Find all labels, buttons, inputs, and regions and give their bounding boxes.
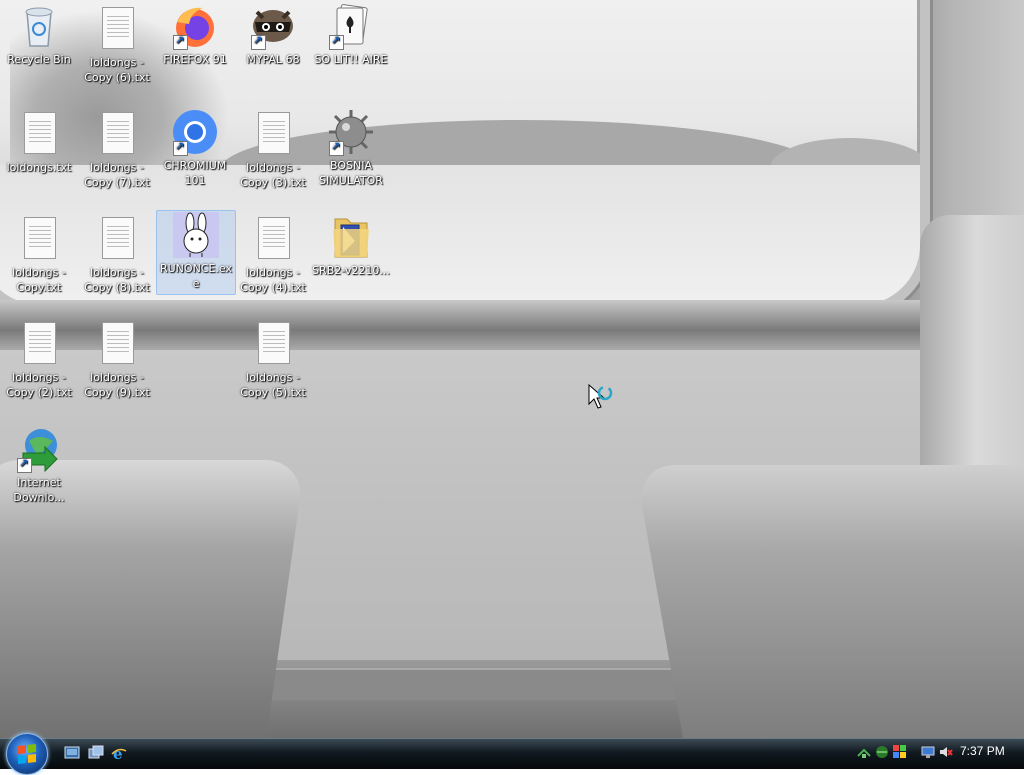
folder-icon <box>327 213 375 261</box>
icon-label: loldongs - Copy (5).txt <box>240 371 306 399</box>
taskbar-clock[interactable]: 7:37 PM <box>960 744 1005 758</box>
icon-label: SO LIT!! AIRE <box>314 53 388 66</box>
desktop-icon-runonce[interactable]: RUNONCE.exe <box>156 210 236 295</box>
text-file-icon <box>249 110 297 158</box>
icon-label: loldongs.txt <box>6 161 72 174</box>
icon-label: loldongs - Copy (8).txt <box>84 266 150 294</box>
text-file-icon <box>93 5 141 53</box>
windows-start-orb <box>18 744 36 764</box>
icon-label: RUNONCE.exe <box>159 262 233 290</box>
desktop-icon-solitaire[interactable]: SO LIT!! AIRE <box>312 2 390 67</box>
shortcut-arrow-icon <box>173 139 188 156</box>
desktop-icon-recycle-bin[interactable]: Recycle Bin <box>0 2 78 67</box>
shortcut-arrow-icon <box>251 33 266 50</box>
mine-icon <box>327 108 375 156</box>
solitaire-icon <box>327 2 375 50</box>
chromium-icon <box>171 108 219 156</box>
desktop-icon-bosnia-simulator[interactable]: BOSNIA SIMULATOR <box>312 108 390 188</box>
recycle-bin-icon <box>15 2 63 50</box>
display-icon[interactable] <box>921 745 935 759</box>
desktop-icon-mypal-68[interactable]: MYPAL 68 <box>234 2 312 67</box>
icon-label: MYPAL 68 <box>246 53 300 66</box>
icon-label: loldongs - Copy (2).txt <box>6 371 72 399</box>
mypal-icon <box>249 2 297 50</box>
busy-cursor-icon <box>588 383 614 415</box>
shortcut-arrow-icon <box>329 139 344 156</box>
desktop-icon-srb2-folder[interactable]: SRB2-v2210... <box>312 213 390 278</box>
show-desktop-icon[interactable] <box>64 745 80 761</box>
volume-muted-icon[interactable] <box>939 745 953 759</box>
internet-download-manager-icon <box>15 425 63 473</box>
desktop-icon-loldongs-copy[interactable]: loldongs - Copy.txt <box>0 215 78 295</box>
shortcut-arrow-icon <box>329 33 344 50</box>
desktop-icon-firefox-91[interactable]: FIREFOX 91 <box>156 2 234 67</box>
icon-label: Recycle Bin <box>7 53 71 66</box>
security-icon[interactable] <box>893 745 907 759</box>
bunny-icon <box>172 211 220 259</box>
internet-explorer-icon[interactable]: e <box>111 745 127 763</box>
network-icon[interactable] <box>875 745 889 759</box>
desktop-icon-chromium-101[interactable]: CHROMIUM 101 <box>156 108 234 188</box>
start-button[interactable] <box>6 733 48 775</box>
icon-label: loldongs - Copy (4).txt <box>240 266 306 294</box>
icon-label: BOSNIA SIMULATOR <box>319 159 383 187</box>
icon-label: Internet Downlo... <box>13 476 65 504</box>
text-file-icon <box>15 215 63 263</box>
switch-windows-icon[interactable] <box>88 745 104 761</box>
text-file-icon <box>93 320 141 368</box>
icon-label: loldongs - Copy (3).txt <box>240 161 306 189</box>
desktop-icon-loldongs-copy-5[interactable]: loldongs - Copy (5).txt <box>234 320 312 400</box>
desktop-icon-loldongs-copy-6[interactable]: loldongs - Copy (6).txt <box>78 5 156 85</box>
shortcut-arrow-icon <box>173 33 188 50</box>
icon-label: loldongs - Copy.txt <box>12 266 66 294</box>
desktop-icon-loldongs[interactable]: loldongs.txt <box>0 110 78 175</box>
desktop-icon-loldongs-copy-9[interactable]: loldongs - Copy (9).txt <box>78 320 156 400</box>
text-file-icon <box>93 110 141 158</box>
icon-label: loldongs - Copy (6).txt <box>84 56 150 84</box>
icon-label: FIREFOX 91 <box>163 53 227 66</box>
desktop-icon-loldongs-copy-4[interactable]: loldongs - Copy (4).txt <box>234 215 312 295</box>
icon-label: loldongs - Copy (9).txt <box>84 371 150 399</box>
desktop-icon-loldongs-copy-7[interactable]: loldongs - Copy (7).txt <box>78 110 156 190</box>
shortcut-arrow-icon <box>17 456 32 473</box>
firefox-icon <box>171 2 219 50</box>
text-file-icon <box>93 215 141 263</box>
network-icon[interactable] <box>857 745 871 759</box>
text-file-icon <box>15 320 63 368</box>
text-file-icon <box>249 320 297 368</box>
icon-label: loldongs - Copy (7).txt <box>84 161 150 189</box>
desktop-icon-internet-download-manager[interactable]: Internet Downlo... <box>0 425 78 505</box>
icon-label: SRB2-v2210... <box>312 264 390 277</box>
wallpaper-seat-right <box>634 465 1024 750</box>
icon-label: CHROMIUM 101 <box>163 159 227 187</box>
text-file-icon <box>249 215 297 263</box>
desktop-icon-loldongs-copy-8[interactable]: loldongs - Copy (8).txt <box>78 215 156 295</box>
svg-text:e: e <box>113 745 123 761</box>
desktop-icon-loldongs-copy-3[interactable]: loldongs - Copy (3).txt <box>234 110 312 190</box>
text-file-icon <box>15 110 63 158</box>
desktop-icon-loldongs-copy-2[interactable]: loldongs - Copy (2).txt <box>0 320 78 400</box>
